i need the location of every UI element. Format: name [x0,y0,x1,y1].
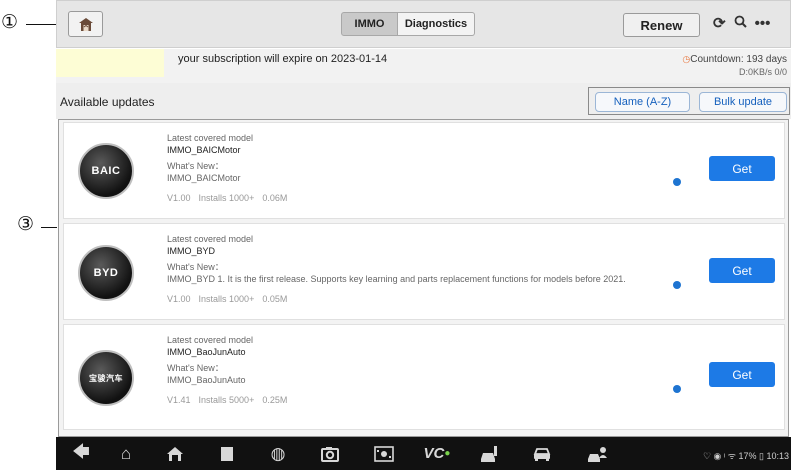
countdown-value: Countdown: 193 days [690,54,787,65]
sort-actions-box: Name (A-Z) Bulk update [588,87,790,115]
display-icon[interactable] [369,437,399,470]
item-meta: V1.41 Installs 5000+ 0.25M [167,394,687,406]
version: V1.00 [167,294,191,304]
subscription-highlight [56,49,164,77]
model-label: Latest covered model [167,234,254,244]
installs: Installs 5000+ [198,395,255,405]
whats-new-text: IMMO_BaoJunAuto [167,375,246,385]
browser-icon[interactable]: ◍ [263,437,293,470]
update-list: BAIC Latest covered model IMMO_BAICMotor… [58,119,789,437]
tab-immo[interactable]: IMMO [341,12,398,36]
app-frame: IMMO Diagnostics Renew ⟳ ••• your subscr… [56,0,791,470]
status-dot [673,178,681,186]
model-name: IMMO_BaoJunAuto [167,347,246,357]
get-button[interactable]: Get [709,258,775,283]
size: 0.05M [262,294,288,304]
subscription-message: your subscription will expire on 2023-01… [178,53,388,65]
car-icon[interactable] [527,437,557,470]
refresh-icon[interactable]: ⟳ [713,14,726,34]
tab-diagnostics[interactable]: Diagnostics [398,12,475,36]
status-dot [673,281,681,289]
version: V1.00 [167,193,191,203]
callout-3-line [41,227,57,229]
home-icon [78,17,93,31]
model-label: Latest covered model [167,335,254,345]
sort-name-button[interactable]: Name (A-Z) [595,92,690,112]
subscription-bar: your subscription will expire on 2023-01… [56,49,791,83]
remote-support-icon[interactable] [582,437,612,470]
available-updates-header: Available updates Name (A-Z) Bulk update [56,83,791,119]
get-button[interactable]: Get [709,362,775,387]
version: V1.41 [167,395,191,405]
callout-1-line [26,24,56,26]
whats-new-label: What's New： [167,262,224,272]
baojun-logo: 宝骏汽车 [78,350,134,406]
size: 0.06M [262,193,288,203]
baic-logo: BAIC [78,143,134,199]
download-speed: D:0KB/s 0/0 [738,67,787,77]
installs: Installs 1000+ [198,294,255,304]
camera-icon[interactable] [315,437,345,470]
list-item: BYD Latest covered model IMMO_BYD What's… [63,223,785,320]
list-item: 宝骏汽车 Latest covered model IMMO_BaoJunAut… [63,324,785,430]
model-name: IMMO_BAICMotor [167,145,241,155]
get-button[interactable]: Get [709,156,775,181]
callout-3: ③ [17,213,35,235]
item-info: Latest covered model IMMO_BaoJunAuto Wha… [167,334,687,406]
whats-new-text: IMMO_BYD 1. It is the first release. Sup… [167,274,626,284]
model-label: Latest covered model [167,133,254,143]
whats-new-label: What's New： [167,161,224,171]
status-bar: ♡ ◉ ᵎ ᯤ 17% ▯ 10:13 [702,451,789,461]
item-meta: V1.00 Installs 1000+ 0.05M [167,293,687,305]
home-icon[interactable]: ⌂ [111,437,141,470]
item-info: Latest covered model IMMO_BAICMotor What… [167,132,687,204]
countdown-text: ◷Countdown: 193 days [682,52,787,67]
scan-icon[interactable] [474,437,504,470]
search-icon[interactable] [734,14,747,34]
available-updates-title: Available updates [60,95,155,109]
autel-home-icon[interactable] [160,437,190,470]
item-info: Latest covered model IMMO_BYD What's New… [167,233,687,305]
more-icon[interactable]: ••• [755,14,771,34]
category-tabs: IMMO Diagnostics [341,12,475,36]
home-button[interactable] [68,11,103,37]
callout-1: ① [1,11,19,33]
status-dot [673,385,681,393]
item-meta: V1.00 Installs 1000+ 0.06M [167,192,687,204]
toolbar-icons: ⟳ ••• [713,14,770,34]
recent-apps-icon[interactable] [212,437,242,470]
system-nav-bar: 🡄 ⌂ ◍ VC ● ♡ ◉ ᵎ ᯤ 17% ▯ 10:13 [56,437,791,470]
byd-logo: BYD [78,245,134,301]
list-item: BAIC Latest covered model IMMO_BAICMotor… [63,122,785,219]
whats-new-label: What's New： [167,363,224,373]
model-name: IMMO_BYD [167,246,216,256]
installs: Installs 1000+ [198,193,255,203]
vci-label: VC [423,445,445,462]
size: 0.25M [262,395,288,405]
top-toolbar: IMMO Diagnostics Renew ⟳ ••• [56,0,791,48]
bulk-update-button[interactable]: Bulk update [699,92,787,112]
back-icon[interactable]: 🡄 [66,437,96,470]
renew-button[interactable]: Renew [623,13,700,37]
whats-new-text: IMMO_BAICMotor [167,173,241,183]
vci-icon[interactable]: VC ● [419,437,455,470]
